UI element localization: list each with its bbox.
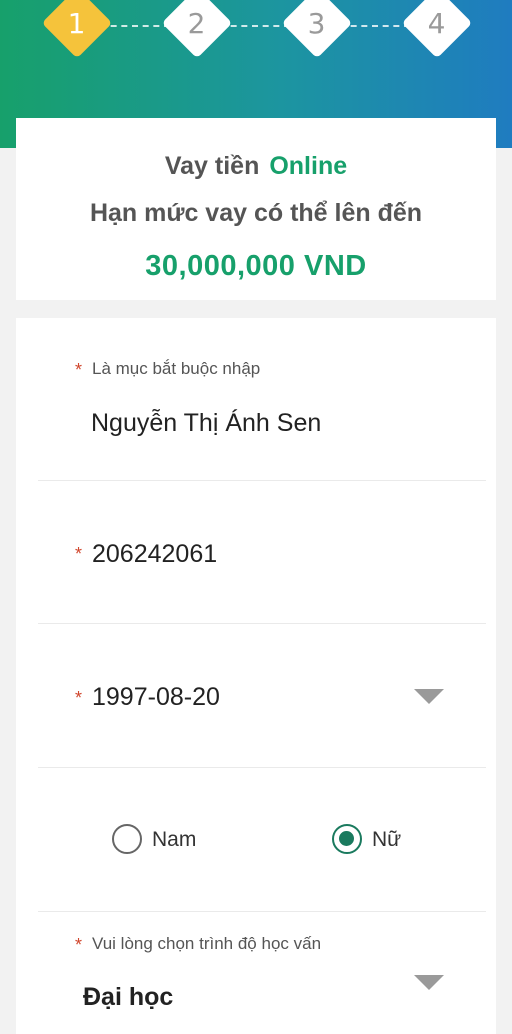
chevron-down-icon[interactable]	[414, 975, 444, 990]
progress-stepper: 1 2 3 4	[0, 0, 512, 60]
step-number: 1	[68, 6, 86, 40]
education-label: Vui lòng chọn trình độ học vấn	[92, 934, 322, 953]
personal-info-form: * Là mục bắt buộc nhập Nguyễn Thị Ánh Se…	[16, 318, 496, 1034]
step-number: 3	[308, 6, 326, 40]
full-name-field[interactable]: Nguyễn Thị Ánh Sen	[91, 409, 321, 438]
id-number-field[interactable]: 206242061	[92, 540, 217, 569]
birth-date-field[interactable]: 1997-08-20	[92, 683, 220, 712]
chevron-down-icon[interactable]	[414, 689, 444, 704]
required-mark: *	[75, 935, 83, 955]
gender-label-female: Nữ	[372, 828, 402, 851]
step-3: 3	[281, 0, 353, 59]
step-2: 2	[161, 0, 233, 59]
loan-title-accent: Online	[269, 152, 348, 180]
loan-amount: 30,000,000 VND	[145, 250, 367, 282]
loan-title: Vay tiền Online	[16, 152, 496, 181]
divider	[38, 623, 486, 624]
required-mark: *	[75, 688, 83, 708]
step-connector	[340, 25, 410, 27]
step-4: 4	[401, 0, 473, 59]
required-mark: *	[75, 544, 83, 564]
gender-label-male: Nam	[152, 828, 197, 851]
required-note: Là mục bắt buộc nhập	[92, 359, 261, 378]
loan-limit-text: Hạn mức vay có thể lên đến	[89, 199, 423, 227]
education-select[interactable]: Đại học	[83, 983, 173, 1012]
gender-radio-female[interactable]	[332, 824, 362, 854]
step-number: 4	[428, 6, 446, 40]
step-number: 2	[188, 6, 206, 40]
step-connector	[220, 25, 290, 27]
loan-summary-card: Vay tiền Online Hạn mức vay có thể lên đế…	[16, 118, 496, 300]
required-mark: *	[75, 360, 83, 380]
gender-radio-male[interactable]	[112, 824, 142, 854]
divider	[38, 911, 486, 912]
loan-title-prefix: Vay tiền	[164, 152, 260, 180]
divider	[38, 767, 486, 768]
divider	[38, 480, 486, 481]
step-1: 1	[41, 0, 113, 59]
step-connector	[100, 25, 170, 27]
